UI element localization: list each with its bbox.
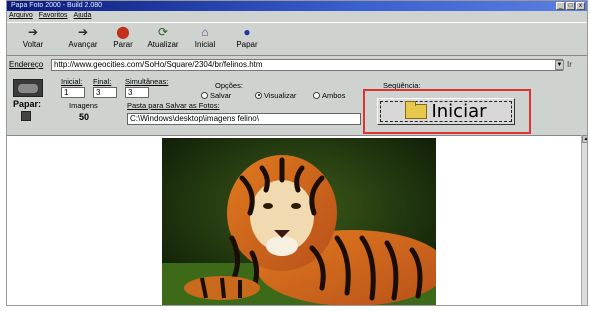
back-button[interactable]: ➔ Voltar xyxy=(13,25,53,49)
pasta-label: Pasta para Salvar as Fotos: xyxy=(127,101,220,110)
forward-button[interactable]: ➔ Avançar xyxy=(63,25,103,49)
inicial-input[interactable]: 1 xyxy=(61,87,85,98)
salvar-radio[interactable]: Salvar xyxy=(201,91,231,100)
folder-icon xyxy=(405,101,428,119)
papar-person-icon xyxy=(21,111,31,121)
final-input[interactable]: 3 xyxy=(93,87,117,98)
imagens-label: Imagens xyxy=(69,101,98,110)
visualizar-radio[interactable]: Visualizar xyxy=(255,91,296,100)
final-label: Final: xyxy=(93,77,112,86)
opcoes-label: Opções: xyxy=(215,81,243,90)
inicial-label: Inicial: xyxy=(61,77,83,86)
simultaneas-label: Simultâneas: xyxy=(125,77,169,86)
iniciar-label: Iniciar xyxy=(431,101,487,122)
stop-button[interactable]: ⬤ Parar xyxy=(103,25,143,49)
refresh-button[interactable]: ⟳ Atualizar xyxy=(143,25,183,49)
home-label: Inicial xyxy=(194,40,216,49)
forward-arrow-icon: ➔ xyxy=(77,25,89,39)
scroll-up-icon[interactable]: ▲ xyxy=(582,135,587,143)
back-arrow-icon: ➔ xyxy=(27,25,39,39)
maximize-button[interactable]: □ xyxy=(566,2,575,10)
papar-toolbar-button[interactable]: ● Papar xyxy=(227,25,267,49)
stop-label: Parar xyxy=(113,40,133,49)
papar-icon: ● xyxy=(243,25,251,39)
address-label: Endereço xyxy=(9,60,44,69)
menu-favoritos[interactable]: Favoritos xyxy=(39,11,68,21)
salvar-radio-icon xyxy=(201,91,208,99)
menu-arquivo[interactable]: Arquivo xyxy=(9,11,33,21)
iniciar-button[interactable]: Iniciar xyxy=(377,98,515,125)
window-title: Papa Foto 2000 - Build 2.080 xyxy=(11,2,103,9)
address-input[interactable]: http://www.geocities.com/SoHo/Square/230… xyxy=(51,59,563,71)
refresh-label: Atualizar xyxy=(147,40,179,49)
address-row: Endereço http://www.geocities.com/SoHo/S… xyxy=(7,59,587,72)
window-controls: _ □ x xyxy=(556,2,585,10)
tiger-photo xyxy=(162,138,436,305)
back-label: Voltar xyxy=(22,40,44,49)
go-button[interactable]: Ir xyxy=(567,60,572,69)
ambos-radio[interactable]: Ambos xyxy=(313,91,345,100)
salvar-label: Salvar xyxy=(210,91,232,100)
imagens-count: 50 xyxy=(79,112,90,122)
papar-label: Papar xyxy=(236,40,258,49)
papar-field-label: Papar: xyxy=(13,99,42,109)
papa-logo-icon xyxy=(13,79,43,97)
menu-bar: Arquivo Favoritos Ajuda xyxy=(7,11,587,21)
forward-label: Avançar xyxy=(68,40,98,49)
iniciar-highlight: Iniciar xyxy=(363,89,531,134)
ambos-radio-icon xyxy=(313,91,320,99)
browser-content xyxy=(7,135,581,305)
app-window: Papa Foto 2000 - Build 2.080 _ □ x Arqui… xyxy=(6,0,588,306)
ambos-label: Ambos xyxy=(322,91,346,100)
simultaneas-input[interactable]: 3 xyxy=(125,87,149,98)
tiger-image xyxy=(162,138,436,305)
close-button[interactable]: x xyxy=(576,2,585,10)
title-bar: Papa Foto 2000 - Build 2.080 _ □ x xyxy=(7,1,587,11)
toolbar: ➔ Voltar ➔ Avançar ⬤ Parar ⟳ Atualizar ⌂… xyxy=(7,22,587,56)
minimize-button[interactable]: _ xyxy=(556,2,565,10)
visualizar-radio-icon xyxy=(255,91,262,99)
visualizar-label: Visualizar xyxy=(264,91,297,100)
home-icon: ⌂ xyxy=(201,25,209,39)
address-dropdown-icon[interactable]: ▼ xyxy=(555,60,564,70)
vertical-scrollbar[interactable]: ▲ xyxy=(581,135,587,305)
pasta-input[interactable]: C:\Windows\desktop\imagens felino\ xyxy=(127,113,361,125)
home-button[interactable]: ⌂ Inicial xyxy=(185,25,225,49)
menu-ajuda[interactable]: Ajuda xyxy=(74,11,92,21)
refresh-icon: ⟳ xyxy=(157,25,169,39)
stop-icon: ⬤ xyxy=(116,25,130,39)
